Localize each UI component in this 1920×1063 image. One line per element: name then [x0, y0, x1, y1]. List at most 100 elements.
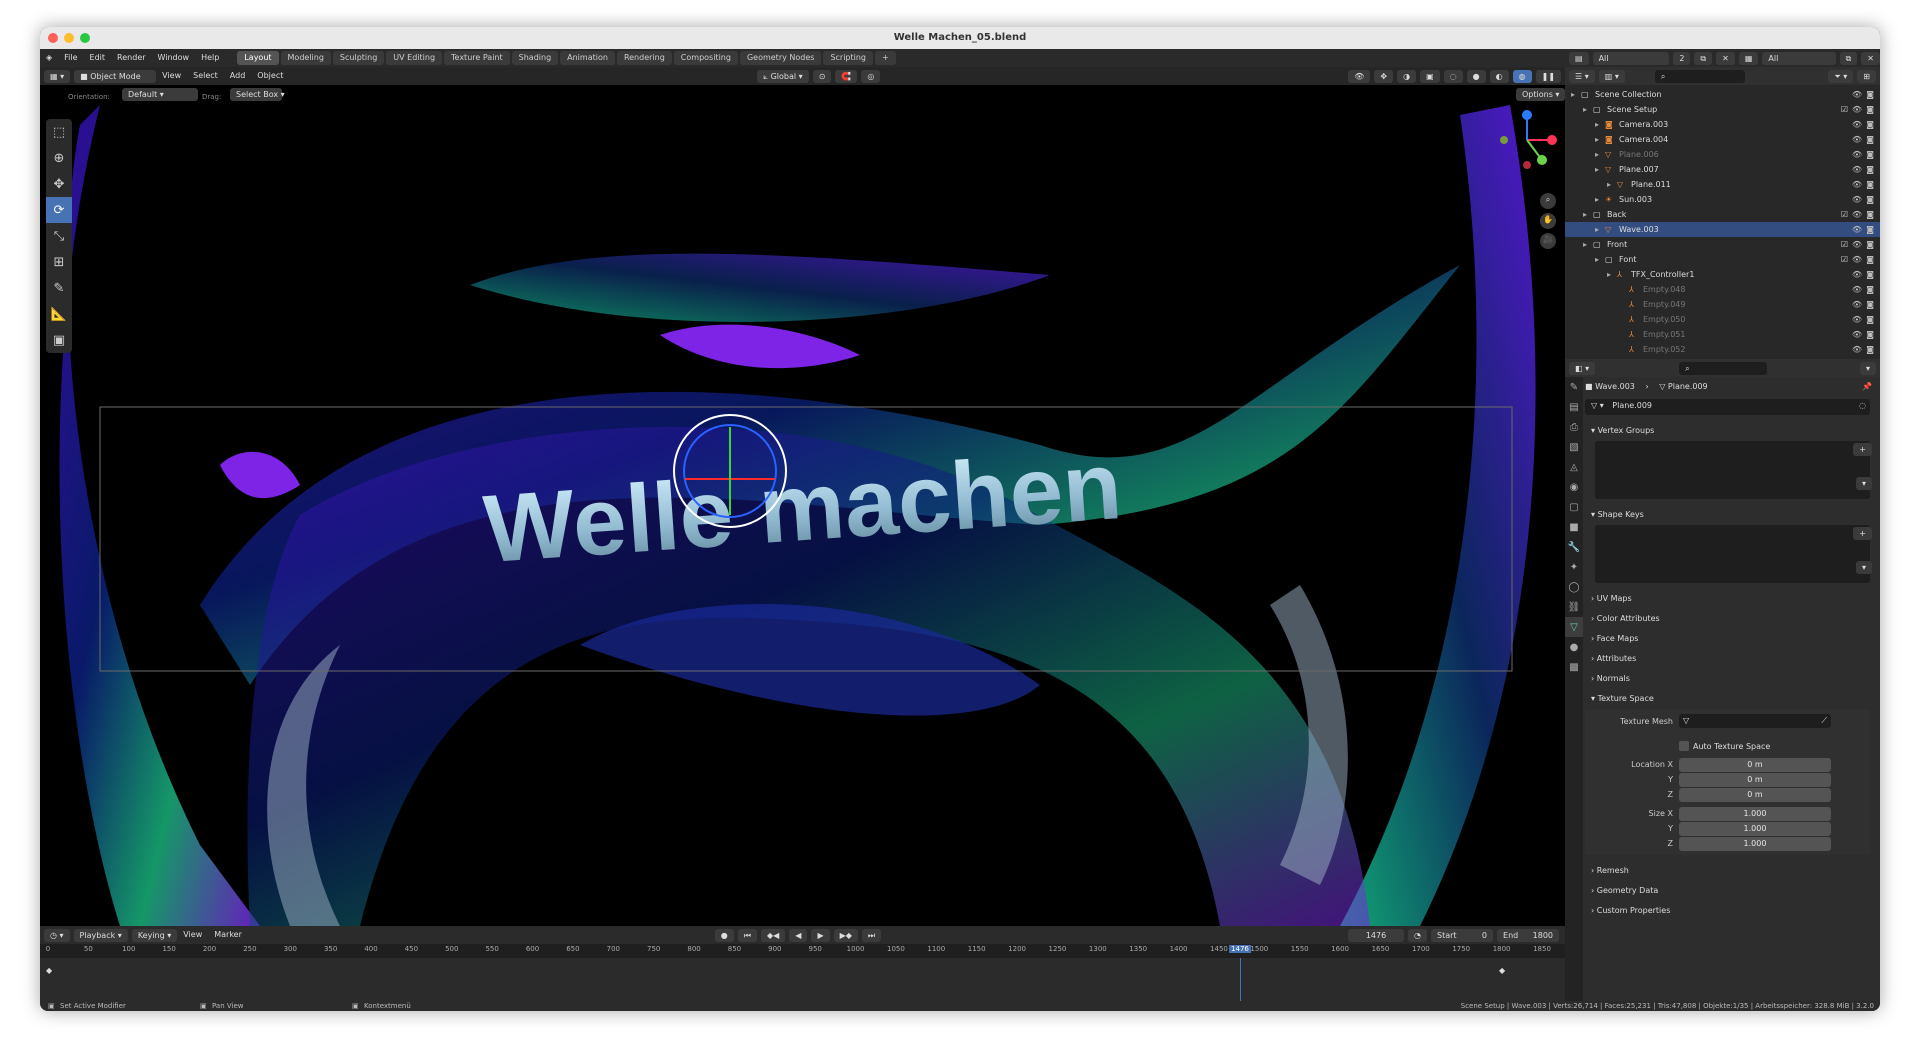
jump-start-icon[interactable]: ⏮ — [737, 928, 757, 942]
physics-tab-icon[interactable]: ◯ — [1565, 577, 1583, 597]
render-camera-icon[interactable]: ◙ — [1866, 87, 1874, 102]
tab-sculpting[interactable]: Sculpting — [332, 51, 385, 65]
render-tab-icon[interactable]: ▤ — [1565, 397, 1583, 417]
menu-render[interactable]: Render — [111, 49, 151, 67]
vertex-groups-list[interactable]: + ▾ — [1595, 441, 1872, 499]
object-tab-icon[interactable]: ■ — [1565, 517, 1583, 537]
playhead[interactable] — [1239, 958, 1241, 1001]
clock-icon[interactable]: ◔ — [1408, 928, 1428, 942]
panel-texture-space[interactable]: ▾ Texture Space — [1585, 689, 1878, 709]
visibility-eye-icon[interactable]: 👁 — [1852, 312, 1862, 327]
shading-wireframe-icon[interactable]: ◌ — [1443, 69, 1463, 83]
tab-geometry-nodes[interactable]: Geometry Nodes — [739, 51, 822, 65]
size-y-field[interactable]: 1.000 — [1679, 821, 1831, 836]
expand-arrow-icon[interactable]: ▸ — [1595, 147, 1599, 162]
location-z-field[interactable]: 0 m — [1679, 787, 1831, 802]
outliner-row[interactable]: ▸ ▽ Plane.011 👁 ◙ — [1565, 177, 1880, 192]
outliner-row[interactable]: ⅄ Empty.048 👁 ◙ — [1565, 282, 1880, 297]
outliner-row[interactable]: ⅄ Empty.052 👁 ◙ — [1565, 342, 1880, 357]
texture-mesh-field[interactable]: ▽ ⟋ — [1679, 714, 1831, 728]
expand-arrow-icon[interactable]: ▸ — [1595, 117, 1599, 132]
panel-shape-keys[interactable]: ▾ Shape Keys — [1585, 505, 1878, 525]
visibility-eye-icon[interactable]: 👁 — [1852, 162, 1862, 177]
exclude-checkbox-icon[interactable]: ☑ — [1841, 102, 1848, 117]
visibility-eye-icon[interactable]: 👁 — [1852, 267, 1862, 282]
shape-key-menu-button[interactable]: ▾ — [1855, 561, 1872, 574]
output-tab-icon[interactable]: ⎙ — [1565, 417, 1583, 437]
panel-attributes[interactable]: › Attributes — [1585, 649, 1878, 669]
modifier-tab-icon[interactable]: 🔧 — [1565, 537, 1583, 557]
view-layer-tab-icon[interactable]: ▧ — [1565, 437, 1583, 457]
tool-tab-icon[interactable]: ✎ — [1565, 377, 1583, 397]
menu-object[interactable]: Object — [251, 67, 289, 85]
expand-arrow-icon[interactable]: ▸ — [1583, 102, 1587, 117]
outliner-row[interactable]: ▸ ▽ Wave.003 👁 ◙ — [1565, 222, 1880, 237]
mesh-data-tab-icon[interactable]: ▽ — [1565, 617, 1583, 637]
shading-material-icon[interactable]: ◐ — [1489, 69, 1509, 83]
transform-icon[interactable]: ⊞ — [46, 249, 72, 275]
panel-remesh[interactable]: › Remesh — [1585, 861, 1878, 881]
expand-arrow-icon[interactable]: ▸ — [1595, 132, 1599, 147]
mesh-datablock-field[interactable]: ▽ ▾ Plane.009 ◌ — [1585, 399, 1870, 415]
expand-arrow-icon[interactable]: ▸ — [1595, 192, 1599, 207]
overlay-toggle-icon[interactable]: ◑ — [1397, 69, 1417, 83]
constraints-tab-icon[interactable]: ⛓ — [1565, 597, 1583, 617]
outliner-search-input[interactable]: ⌕ — [1654, 69, 1745, 83]
outliner-row[interactable]: ▸ ◙ Camera.003 👁 ◙ — [1565, 117, 1880, 132]
visibility-eye-icon[interactable]: 👁 — [1852, 327, 1862, 342]
current-frame-field[interactable]: 1476 — [1348, 928, 1405, 942]
visibility-eye-icon[interactable]: 👁 — [1852, 237, 1862, 252]
duplicate-scene-icon[interactable]: ⧉ — [1694, 51, 1713, 65]
material-tab-icon[interactable]: ● — [1565, 637, 1583, 657]
play-reverse-icon[interactable]: ◀ — [789, 928, 808, 942]
move-icon[interactable]: ✥ — [46, 171, 72, 197]
zoom-window-button[interactable] — [80, 33, 90, 43]
exclude-checkbox-icon[interactable]: ☑ — [1841, 207, 1848, 222]
visibility-eye-icon[interactable]: 👁 — [1852, 252, 1862, 267]
visibility-eye-icon[interactable]: 👁 — [1852, 342, 1862, 357]
shading-rendered-icon[interactable]: ◍ — [1512, 69, 1532, 83]
visibility-eye-icon[interactable]: 👁 — [1852, 282, 1862, 297]
panel-vertex-groups[interactable]: ▾ Vertex Groups — [1585, 421, 1878, 441]
select-box-icon[interactable]: ⬚ — [46, 119, 72, 145]
outliner-row[interactable]: ⅄ Empty.051 👁 ◙ — [1565, 327, 1880, 342]
outliner-row[interactable]: ⅄ Empty.050 👁 ◙ — [1565, 312, 1880, 327]
next-keyframe-icon[interactable]: ▶◆ — [833, 928, 858, 942]
keyframe-area[interactable]: ◆ ◆ — [40, 958, 1565, 1001]
tab-layout[interactable]: Layout — [237, 51, 279, 65]
remove-view-layer-icon[interactable]: ✕ — [1861, 51, 1880, 65]
annotate-icon[interactable]: ✎ — [46, 275, 72, 301]
render-camera-icon[interactable]: ◙ — [1866, 147, 1874, 162]
visibility-eye-icon[interactable]: 👁 — [1852, 222, 1862, 237]
playback-menu[interactable]: Playback ▾ — [73, 928, 128, 942]
add-shape-key-button[interactable]: + — [1853, 527, 1872, 540]
camera-view-icon[interactable]: 🎥 — [1540, 233, 1556, 249]
render-camera-icon[interactable]: ◙ — [1866, 162, 1874, 177]
render-camera-icon[interactable]: ◙ — [1866, 222, 1874, 237]
cursor-icon[interactable]: ⊕ — [46, 145, 72, 171]
drag-select[interactable]: Select Box ▾ — [230, 88, 285, 101]
render-camera-icon[interactable]: ◙ — [1866, 102, 1874, 117]
shading-solid-icon[interactable]: ● — [1466, 69, 1486, 83]
properties-options-icon[interactable]: ▾ — [1859, 361, 1876, 375]
filter-icon[interactable]: ⏷ ▾ — [1828, 69, 1854, 83]
3d-viewport[interactable]: Welle machen Orientation: Default ▾ Drag… — [40, 85, 1565, 926]
menu-marker[interactable]: Marker — [208, 926, 248, 944]
render-camera-icon[interactable]: ◙ — [1866, 282, 1874, 297]
render-camera-icon[interactable]: ◙ — [1866, 327, 1874, 342]
menu-view[interactable]: View — [156, 67, 187, 85]
outliner-row[interactable]: ▸ ▽ Plane.007 👁 ◙ — [1565, 162, 1880, 177]
scene-tab-icon[interactable]: ◬ — [1565, 457, 1583, 477]
orientation-select[interactable]: Default ▾ — [122, 88, 198, 101]
add-workspace-button[interactable]: + — [875, 51, 896, 65]
eyedropper-icon[interactable]: ⟋ — [1821, 714, 1827, 728]
play-icon[interactable]: ▶ — [811, 928, 830, 942]
render-camera-icon[interactable]: ◙ — [1866, 297, 1874, 312]
view-layer-select[interactable]: All — [1762, 51, 1836, 65]
transform-orientation-select[interactable]: ⟀ Global ▾ — [757, 69, 809, 83]
collection-tab-icon[interactable]: ▢ — [1565, 497, 1583, 517]
render-camera-icon[interactable]: ◙ — [1866, 237, 1874, 252]
keyframe-marker[interactable]: ◆ — [1499, 966, 1505, 975]
pause-render-icon[interactable]: ❚❚ — [1535, 69, 1562, 83]
visibility-eye-icon[interactable]: 👁 — [1852, 102, 1862, 117]
